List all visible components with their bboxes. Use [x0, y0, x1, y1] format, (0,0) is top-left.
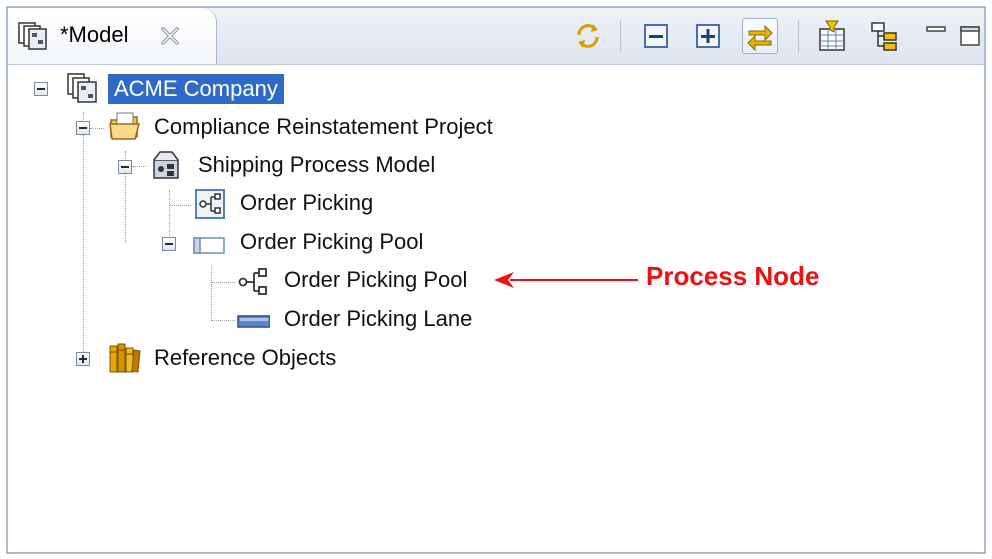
expand-all-icon — [696, 24, 720, 48]
tree-connector — [169, 190, 170, 242]
model-view-icon — [18, 22, 47, 50]
tree-connector — [211, 320, 235, 321]
tree-label[interactable]: Reference Objects — [154, 343, 336, 373]
tree-layout-icon — [871, 22, 897, 51]
expand-toggle[interactable] — [76, 352, 90, 366]
tree-label[interactable]: Order Picking Lane — [284, 304, 472, 334]
toolbar-separator — [620, 20, 621, 52]
books-icon — [109, 343, 141, 373]
tree-label[interactable]: Order Picking Pool — [240, 227, 423, 257]
tab-title: *Model — [60, 22, 129, 47]
collapse-toggle[interactable] — [118, 160, 132, 174]
collapse-toggle[interactable] — [76, 121, 90, 135]
tree-connector — [211, 266, 212, 321]
process-node-icon — [238, 268, 267, 295]
annotation-arrow — [494, 272, 638, 288]
minimize-button[interactable] — [918, 18, 954, 54]
sync-icon — [577, 24, 599, 48]
tree-connector — [90, 128, 104, 129]
collapse-all-icon — [644, 24, 668, 48]
collapse-all-button[interactable] — [638, 18, 674, 54]
link-with-editor-button[interactable] — [742, 18, 778, 54]
link-with-editor-icon — [747, 24, 773, 51]
tree-connector — [83, 112, 84, 358]
pool-icon — [193, 237, 225, 254]
tree-label[interactable]: Order Picking — [240, 188, 373, 218]
model-view: *Model ACME Company Compliance Reinstate… — [6, 6, 986, 554]
tree-connector — [169, 205, 191, 206]
view-tab-bar: *Model — [8, 8, 984, 65]
tree-connector — [132, 166, 146, 167]
minimize-icon — [926, 26, 946, 32]
tree-label[interactable]: Shipping Process Model — [198, 150, 435, 180]
maximize-button[interactable] — [952, 18, 988, 54]
close-icon[interactable] — [158, 24, 182, 48]
toolbar-separator — [798, 20, 799, 52]
model-tree: ACME Company Compliance Reinstatement Pr… — [8, 66, 984, 552]
process-model-icon — [153, 151, 179, 179]
collapse-toggle[interactable] — [34, 82, 48, 96]
expand-all-button[interactable] — [690, 18, 726, 54]
open-folder-icon — [109, 112, 140, 140]
tab-model[interactable]: *Model — [8, 8, 217, 64]
tree-label[interactable]: Compliance Reinstatement Project — [154, 112, 493, 142]
tree-layout-button[interactable] — [866, 18, 902, 54]
filter-button[interactable] — [814, 18, 850, 54]
process-diagram-icon — [195, 189, 225, 219]
maximize-icon — [960, 26, 980, 46]
tree-label[interactable]: Order Picking Pool — [284, 265, 467, 295]
collapse-toggle[interactable] — [162, 237, 176, 251]
annotation-label: Process Node — [646, 261, 820, 291]
sync-button[interactable] — [570, 18, 606, 54]
filter-icon — [819, 20, 845, 51]
company-icon — [67, 73, 97, 103]
tree-connector — [211, 282, 235, 283]
lane-icon — [237, 315, 270, 328]
tree-label[interactable]: ACME Company — [108, 74, 284, 104]
